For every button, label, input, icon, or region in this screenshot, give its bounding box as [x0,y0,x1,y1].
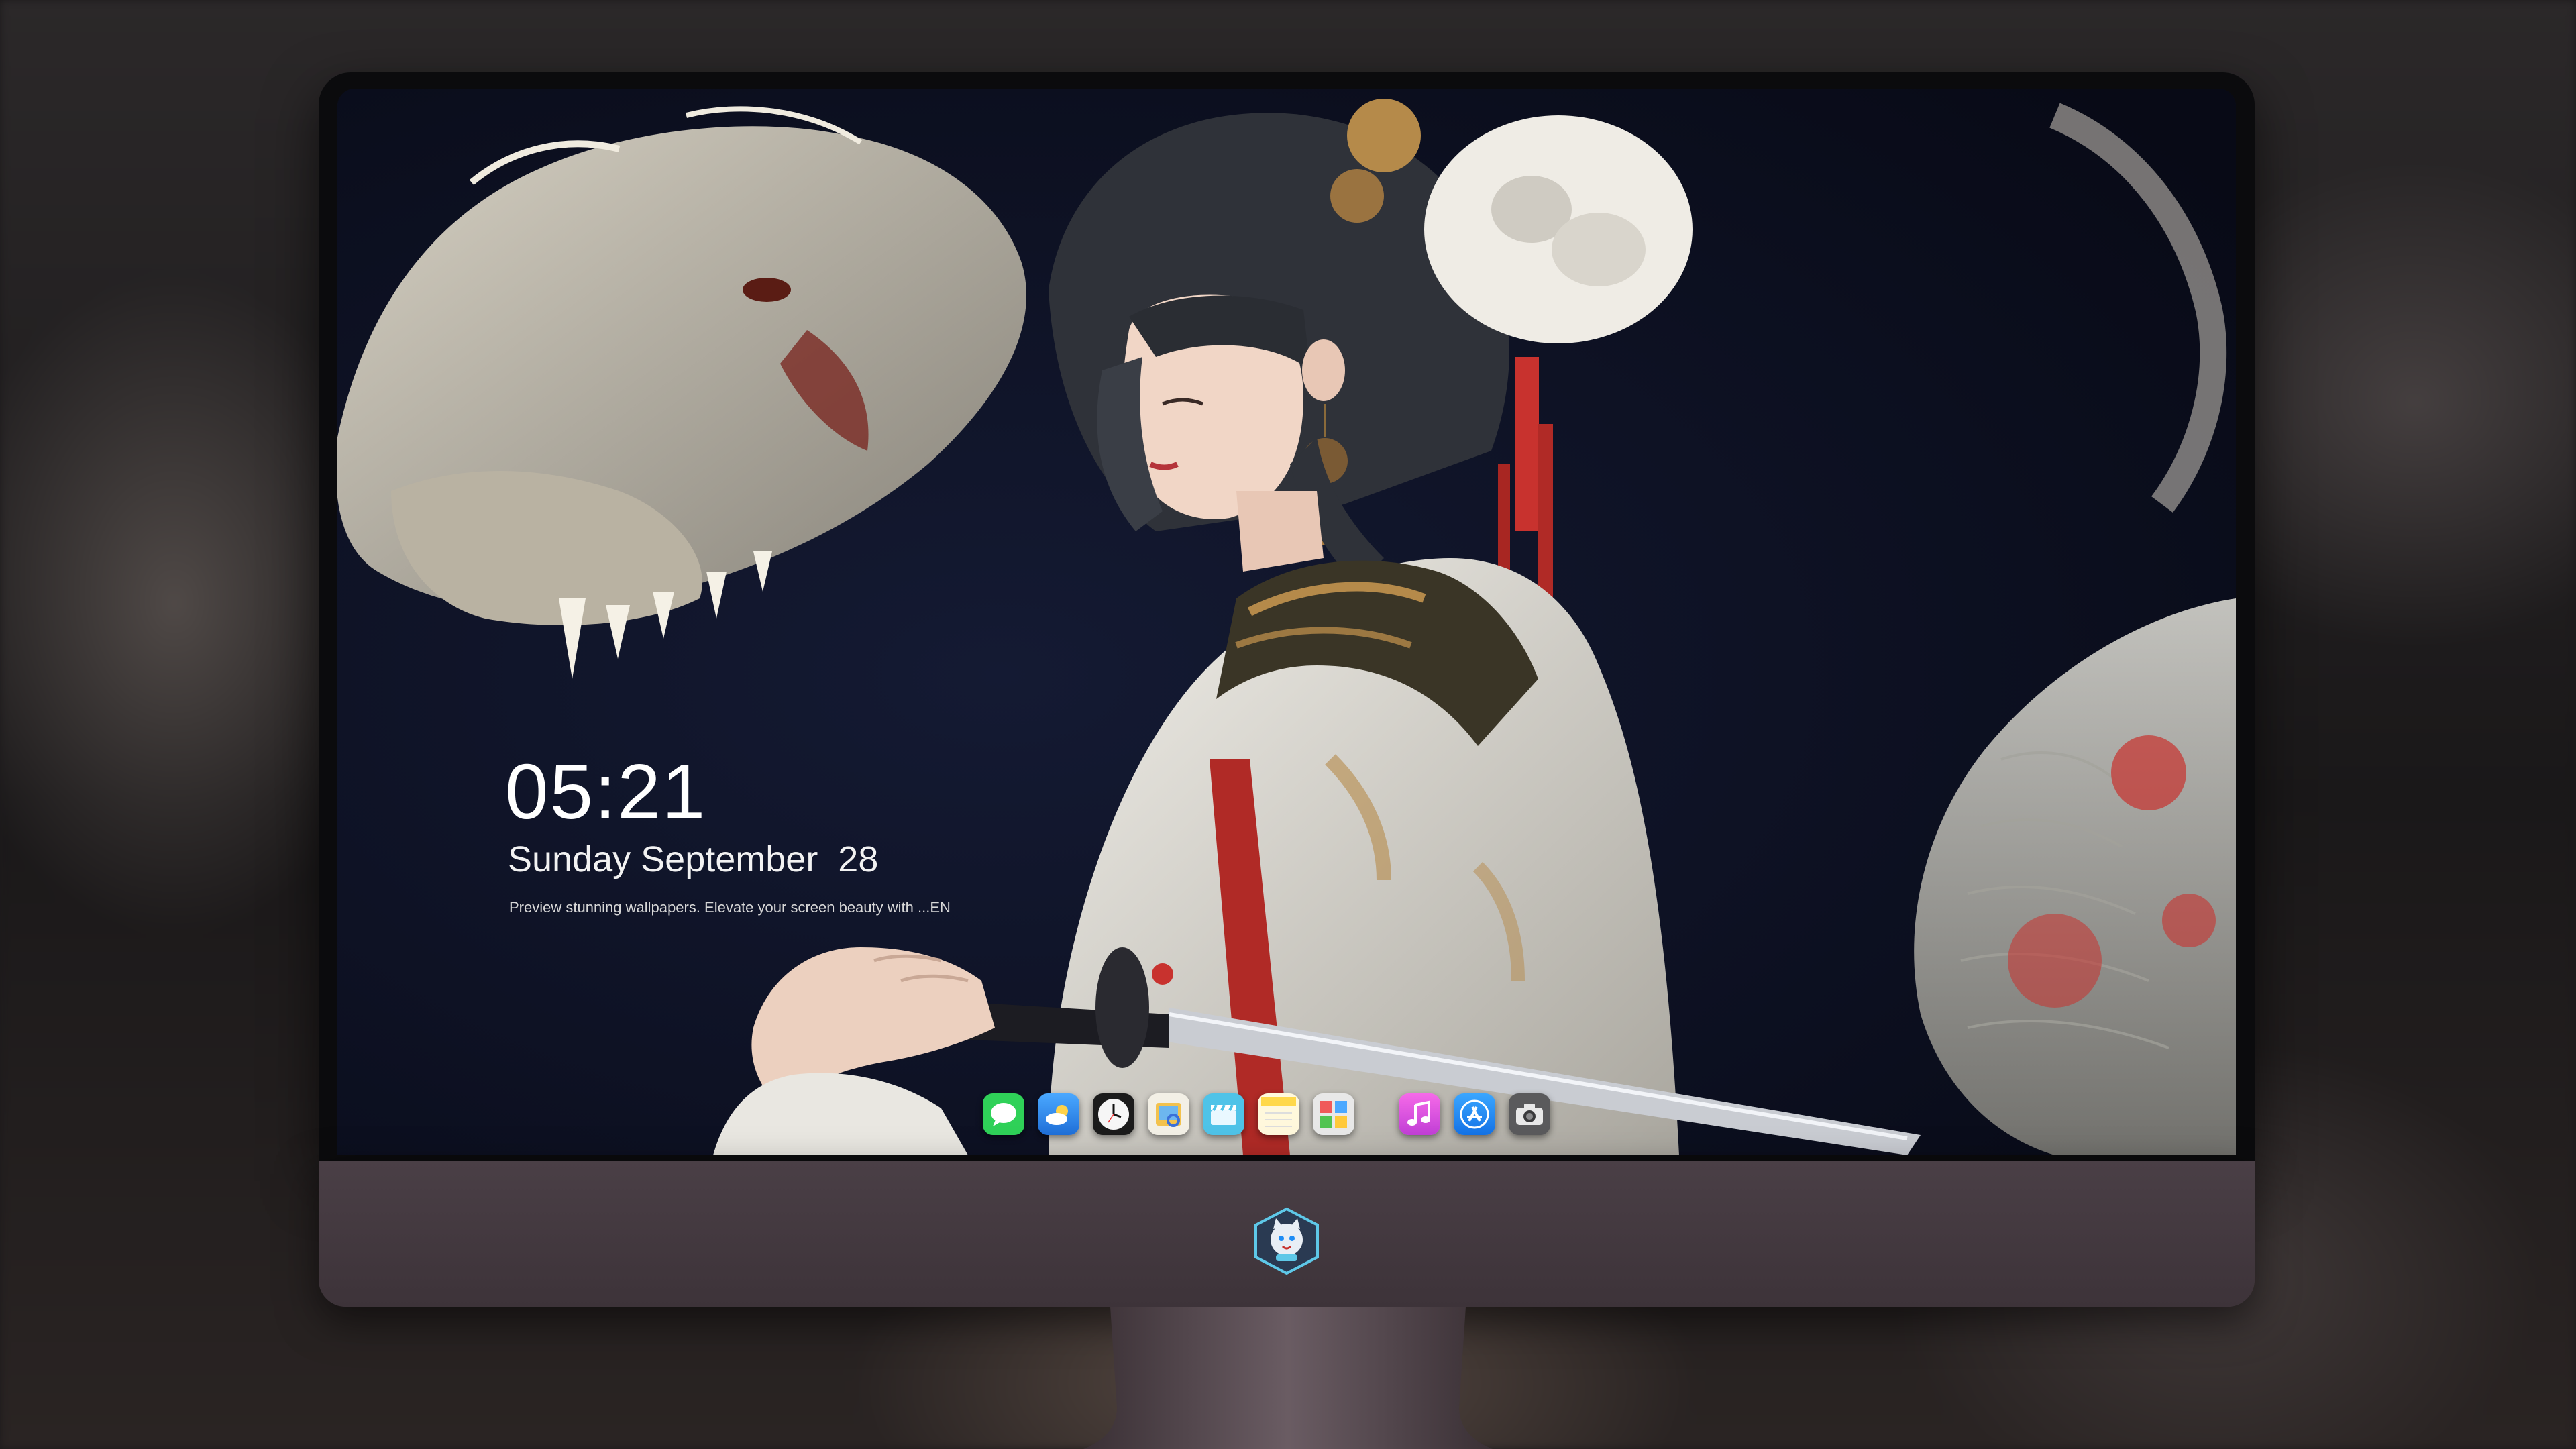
desktop-screen[interactable]: 05:21 Sunday September 28 Preview stunni… [337,89,2236,1155]
clock-icon[interactable] [1093,1093,1134,1135]
clips-icon[interactable] [1203,1093,1244,1135]
app-store-icon[interactable] [1454,1093,1495,1135]
lockscreen-date: Sunday September 28 [508,839,879,879]
photo-booth-icon[interactable] [1313,1093,1354,1135]
dock [983,1093,1550,1135]
messages-icon[interactable] [983,1093,1024,1135]
lockscreen-time: 05:21 [505,748,707,835]
cat-mascot-logo-icon [1254,1207,1319,1275]
preview-icon[interactable] [1148,1093,1189,1135]
lockscreen-tagline: Preview stunning wallpapers. Elevate you… [509,899,951,916]
imac-monitor: 05:21 Sunday September 28 Preview stunni… [319,72,2255,1307]
wallpaper-artwork [337,89,2236,1155]
notes-icon[interactable] [1258,1093,1299,1135]
monitor-chin [319,1161,2255,1307]
monitor-bezel: 05:21 Sunday September 28 Preview stunni… [319,72,2255,1161]
camera-icon[interactable] [1509,1093,1550,1135]
music-icon[interactable] [1399,1093,1440,1135]
weather-icon[interactable] [1038,1093,1079,1135]
monitor-stand [1083,1307,1493,1449]
